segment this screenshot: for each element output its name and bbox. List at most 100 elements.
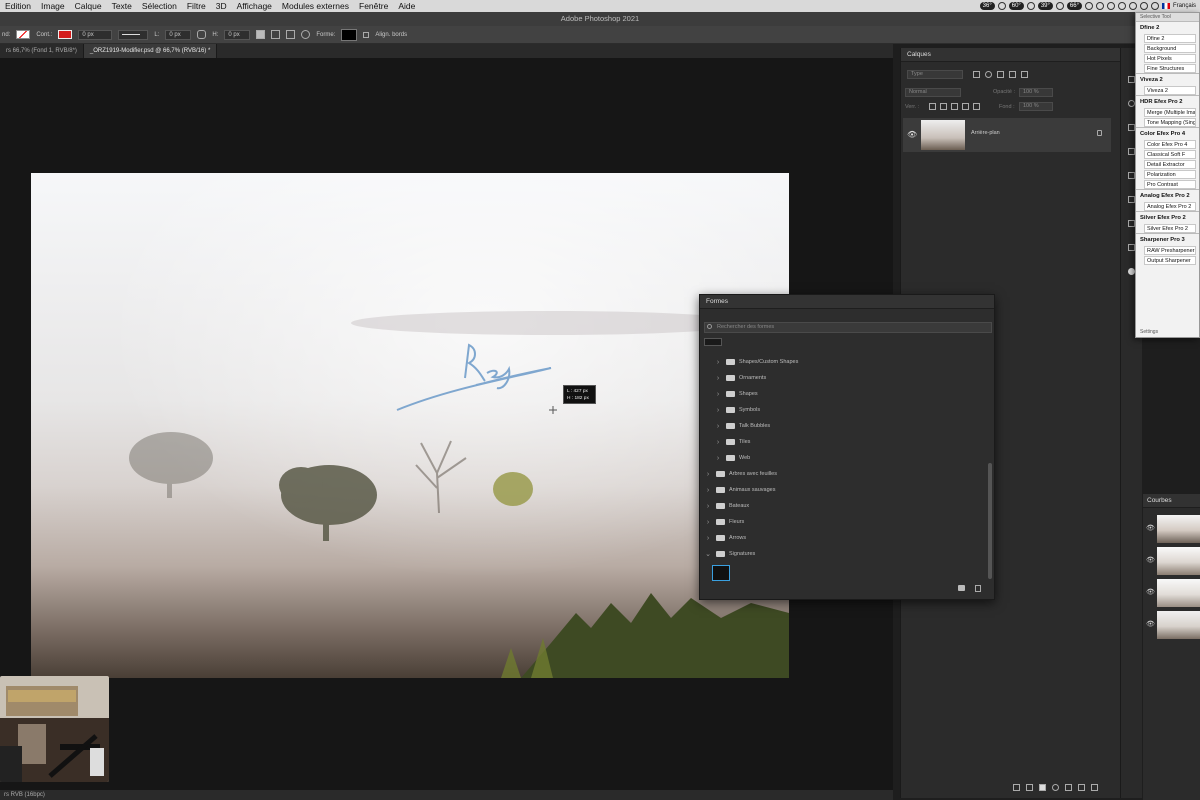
chevron-right-icon[interactable]: › (704, 519, 712, 526)
plugin-item[interactable]: Detail Extractor (1144, 160, 1196, 169)
eye-icon[interactable]: 👁 (1146, 556, 1155, 564)
eye-icon[interactable]: 👁 (1146, 524, 1155, 532)
signature-shape-thumbnail[interactable] (712, 565, 730, 581)
chevron-down-icon[interactable]: ⌄ (704, 550, 712, 558)
plugin-item[interactable]: Classical Soft F (1144, 150, 1196, 159)
plugin-group-title[interactable]: Viveza 2 (1136, 73, 1199, 85)
plugin-item[interactable]: Fine Structures (1144, 64, 1196, 73)
eye-icon[interactable]: 👁 (1146, 588, 1155, 596)
fan-icon[interactable] (1026, 2, 1035, 10)
layers-panel-title[interactable]: Calques (901, 48, 1120, 62)
scrollbar-thumb[interactable] (988, 463, 992, 579)
info-icon[interactable] (1128, 100, 1135, 107)
chevron-right-icon[interactable]: › (714, 391, 722, 398)
curves-panel-title[interactable]: Courbes (1143, 494, 1200, 508)
chevron-right-icon[interactable]: › (714, 407, 722, 414)
path-arrangement-icon[interactable] (286, 30, 296, 39)
fan-icon[interactable] (1055, 2, 1064, 10)
menu-selection[interactable]: Sélection (137, 1, 182, 11)
clock-icon[interactable] (1106, 2, 1115, 10)
chevron-right-icon[interactable]: › (714, 439, 722, 446)
pixel-filter-icon[interactable] (973, 71, 980, 78)
paragraph-icon[interactable] (1128, 172, 1135, 179)
eye-icon[interactable]: 👁 (1146, 620, 1155, 628)
lock-move-icon[interactable] (951, 103, 958, 110)
shape-picker[interactable] (341, 28, 358, 41)
path-operations-icon[interactable] (256, 30, 266, 39)
stroke-width-field[interactable]: 0 px (78, 29, 113, 40)
shapes-search-input[interactable]: Rechercher des formes (704, 322, 992, 333)
chevron-right-icon[interactable]: › (704, 487, 712, 494)
chevron-right-icon[interactable]: › (714, 423, 722, 430)
layer-name[interactable]: Arrière-plan (971, 130, 1000, 136)
gear-icon[interactable] (1084, 2, 1093, 10)
fan-icon[interactable] (997, 2, 1006, 10)
shape-colors-swatch[interactable] (704, 338, 722, 346)
chevron-right-icon[interactable]: › (714, 375, 722, 382)
play-icon[interactable] (1128, 76, 1135, 83)
shape-folder-row[interactable]: › Bateaux (704, 499, 984, 513)
shape-subfolder-row[interactable]: › Shapes/Custom Shapes (714, 355, 984, 369)
plugin-item[interactable]: Tone Mapping (Singl (1144, 118, 1196, 127)
plugin-item[interactable]: Color Efex Pro 4 (1144, 140, 1196, 149)
menu-image[interactable]: Image (36, 1, 70, 11)
menu-filtre[interactable]: Filtre (182, 1, 211, 11)
height-field[interactable]: 0 px (224, 29, 251, 40)
history-row[interactable]: 👁 (1143, 578, 1200, 608)
plugin-group-title[interactable]: Silver Efex Pro 2 (1136, 211, 1199, 223)
menu-3d[interactable]: 3D (211, 1, 232, 11)
plugin-item[interactable]: Dfine 2 (1144, 34, 1196, 43)
plugin-settings[interactable]: Settings (1140, 329, 1158, 335)
type-filter-icon[interactable] (997, 71, 1004, 78)
shapes-panel-title[interactable]: Formes (700, 295, 994, 309)
chevron-right-icon[interactable]: › (704, 471, 712, 478)
adjustment-layer-icon[interactable] (1052, 784, 1059, 791)
plugin-group-title[interactable]: Sharpener Pro 3 (1136, 233, 1199, 245)
group-icon[interactable] (1065, 784, 1072, 791)
trash-icon[interactable] (975, 585, 981, 592)
temp-pill[interactable]: 39° (1037, 2, 1053, 10)
chevron-right-icon[interactable]: › (704, 535, 712, 542)
chevron-right-icon[interactable]: › (704, 503, 712, 510)
opacity-field[interactable]: 100 % (1019, 88, 1053, 97)
menu-modules-externes[interactable]: Modules externes (277, 1, 354, 11)
plugin-item[interactable]: Viveza 2 (1144, 86, 1196, 95)
shapes-icon[interactable] (1128, 220, 1135, 227)
plugin-item[interactable]: Polarization (1144, 170, 1196, 179)
plugin-item[interactable]: Output Sharpener (1144, 256, 1196, 265)
chevron-right-icon[interactable]: › (714, 359, 722, 366)
width-field[interactable]: 0 px (165, 29, 192, 40)
plugin-group-title[interactable]: HDR Efex Pro 2 (1136, 95, 1199, 107)
stroke-type-dropdown[interactable] (118, 29, 149, 40)
shape-filter-icon[interactable] (1009, 71, 1016, 78)
layer-filter-field[interactable]: Type (907, 70, 963, 79)
shape-folder-row[interactable]: › Arrows (704, 531, 984, 545)
stroke-swatch[interactable] (58, 30, 73, 39)
lock-icon[interactable] (973, 103, 980, 110)
brush-icon[interactable] (1128, 124, 1135, 131)
adjustment-filter-icon[interactable] (985, 71, 992, 78)
shape-subfolder-row[interactable]: › Shapes (714, 387, 984, 401)
history-row[interactable]: 👁 (1143, 546, 1200, 576)
new-layer-icon[interactable] (1078, 784, 1085, 791)
blend-mode-select[interactable]: Normal (905, 88, 961, 97)
plugin-item[interactable]: Pro Contrast (1144, 180, 1196, 189)
display-icon[interactable] (1150, 2, 1159, 10)
eye-icon[interactable]: 👁 (907, 130, 917, 139)
lock-pixels-icon[interactable] (929, 103, 936, 110)
character-icon[interactable] (1128, 196, 1135, 203)
link-icon[interactable] (197, 30, 207, 39)
shape-subfolder-row[interactable]: › Symbols (714, 403, 984, 417)
shape-folder-row[interactable]: › Fleurs (704, 515, 984, 529)
new-folder-icon[interactable] (958, 585, 965, 591)
shape-subfolder-row[interactable]: › Web (714, 451, 984, 465)
temp-pill[interactable]: 60° (1008, 2, 1024, 10)
lock-paint-icon[interactable] (940, 103, 947, 110)
fill-field[interactable]: 100 % (1019, 102, 1053, 111)
plugin-item[interactable]: Background (1144, 44, 1196, 53)
temp-pill[interactable]: 66° (1066, 2, 1082, 10)
shape-folder-row-open[interactable]: ⌄ Signatures (704, 547, 984, 561)
plugin-item[interactable]: Hot Pixels (1144, 54, 1196, 63)
chevron-right-icon[interactable]: › (714, 455, 722, 462)
mask-icon[interactable] (1039, 784, 1046, 791)
